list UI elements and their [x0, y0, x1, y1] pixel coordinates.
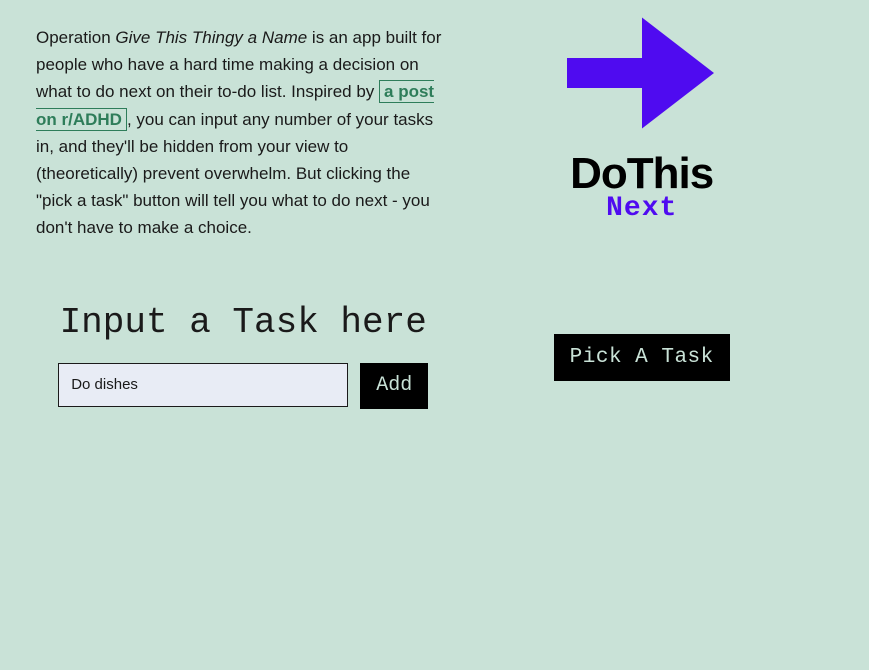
add-button[interactable]: Add	[360, 363, 428, 409]
left-column: Operation Give This Thingy a Name is an …	[36, 24, 450, 409]
pick-task-button[interactable]: Pick A Task	[554, 334, 730, 381]
input-row: Add	[36, 363, 450, 409]
main-container: Operation Give This Thingy a Name is an …	[0, 0, 869, 433]
logo-main-text: DoThis	[570, 149, 713, 199]
task-input[interactable]	[58, 363, 348, 407]
input-heading: Input a Task here	[36, 302, 450, 343]
logo-block: DoThis Next	[567, 10, 717, 224]
right-column: DoThis Next Pick A Task	[450, 24, 833, 409]
logo-sub-text: Next	[606, 193, 677, 224]
intro-app-name: Give This Thingy a Name	[115, 28, 307, 47]
input-task-section: Input a Task here Add	[36, 302, 450, 409]
intro-paragraph: Operation Give This Thingy a Name is an …	[36, 24, 450, 242]
arrow-right-icon	[567, 10, 717, 141]
intro-prefix: Operation	[36, 28, 115, 47]
